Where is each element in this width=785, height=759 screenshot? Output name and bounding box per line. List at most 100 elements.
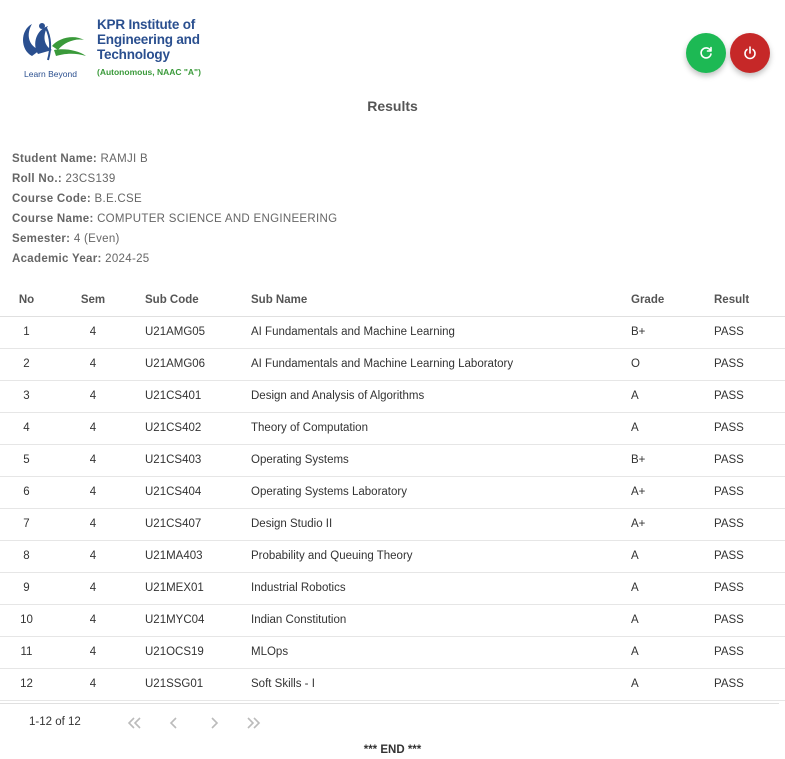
cell-sub-code: U21MYC04	[133, 604, 251, 637]
field-value: RAMJI B	[100, 153, 149, 165]
cell-sub-name: Indian Constitution	[251, 604, 631, 637]
table-row: 4 4 U21CS402 Theory of Computation A PASS	[0, 412, 785, 445]
cell-sub-code: U21CS401	[133, 380, 251, 413]
field-value: COMPUTER SCIENCE AND ENGINEERING	[97, 213, 338, 225]
course-name-row: Course Name: COMPUTER SCIENCE AND ENGINE…	[12, 211, 337, 231]
cell-grade: A	[631, 668, 714, 701]
cell-result: PASS	[714, 572, 785, 605]
pagination: 1-12 of 12	[0, 703, 779, 739]
field-label: Student Name:	[12, 153, 98, 165]
cell-result: PASS	[714, 316, 785, 349]
cell-result: PASS	[714, 348, 785, 381]
table-row: 2 4 U21AMG06 AI Fundamentals and Machine Le…	[0, 348, 785, 381]
cell-sem: 4	[53, 412, 133, 445]
table-row: 5 4 U21CS403 Operating Systems B+ PASS	[0, 444, 785, 477]
field-value: 23CS139	[65, 173, 116, 185]
cell-sub-name: Theory of Computation	[251, 412, 631, 445]
cell-sub-code: U21AMG06	[133, 348, 251, 381]
pagination-range: 1-12 of 12	[29, 716, 81, 728]
field-label: Academic Year:	[12, 253, 102, 265]
cell-sub-name: Operating Systems	[251, 444, 631, 477]
field-label: Semester:	[12, 233, 71, 245]
cell-grade: A	[631, 540, 714, 573]
cell-sem: 4	[53, 444, 133, 477]
cell-no: 5	[0, 444, 53, 477]
roll-no-row: Roll No.: 23CS139	[12, 171, 337, 191]
table-row: 6 4 U21CS404 Operating Systems Laboratory A+…	[0, 476, 785, 509]
cell-result: PASS	[714, 412, 785, 445]
cell-sub-code: U21AMG05	[133, 316, 251, 349]
field-label: Roll No.:	[12, 173, 62, 185]
logout-button[interactable]	[730, 33, 770, 73]
logo-emblem-icon	[23, 23, 86, 61]
cell-no: 4	[0, 412, 53, 445]
cell-sub-code: U21CS403	[133, 444, 251, 477]
first-page-button[interactable]	[123, 713, 145, 733]
cell-grade: A	[631, 412, 714, 445]
logo-tagline: Learn Beyond	[24, 69, 77, 79]
cell-sub-name: Design Studio II	[251, 508, 631, 541]
cell-sub-code: U21MEX01	[133, 572, 251, 605]
logo-name-line1: KPR Institute of	[97, 17, 196, 32]
cell-grade: B+	[631, 316, 714, 349]
cell-sem: 4	[53, 572, 133, 605]
cell-sem: 4	[53, 380, 133, 413]
table-row: 12 4 U21SSG01 Soft Skills - I A PASS	[0, 668, 785, 701]
chevron-right-icon	[211, 717, 219, 729]
column-header-grade: Grade	[631, 285, 714, 317]
page-title: Results	[367, 98, 418, 114]
cell-grade: A	[631, 380, 714, 413]
cell-sub-code: U21OCS19	[133, 636, 251, 669]
cell-sem: 4	[53, 316, 133, 349]
cell-no: 11	[0, 636, 53, 669]
double-chevron-left-icon	[127, 717, 141, 729]
cell-grade: A+	[631, 476, 714, 509]
student-info: Student Name: RAMJI B Roll No.: 23CS139 …	[12, 151, 337, 271]
cell-grade: B+	[631, 444, 714, 477]
results-table: No Sem Sub Code Sub Name Grade Result 14…	[0, 285, 785, 701]
cell-sem: 4	[53, 668, 133, 701]
last-page-button[interactable]	[243, 713, 265, 733]
previous-page-button[interactable]	[163, 713, 185, 733]
cell-result: PASS	[714, 604, 785, 637]
cell-no: 7	[0, 508, 53, 541]
refresh-button[interactable]	[686, 33, 726, 73]
cell-no: 2	[0, 348, 53, 381]
logo-name-line2: Engineering and	[97, 32, 200, 47]
cell-sub-name: Probability and Queuing Theory	[251, 540, 631, 573]
chevron-left-icon	[169, 717, 177, 729]
cell-no: 8	[0, 540, 53, 573]
table-row: 10 4 U21MYC04 Indian Constitution A PASS	[0, 604, 785, 637]
table-row: 8 4 U21MA403 Probability and Queuing Theory…	[0, 540, 785, 573]
cell-sem: 4	[53, 508, 133, 541]
cell-no: 3	[0, 380, 53, 413]
cell-grade: O	[631, 348, 714, 381]
refresh-icon	[700, 46, 712, 59]
cell-no: 6	[0, 476, 53, 509]
cell-sub-name: Soft Skills - I	[251, 668, 631, 701]
end-marker: *** END ***	[363, 744, 422, 756]
cell-sub-code: U21MA403	[133, 540, 251, 573]
header: KPR Institute of Engineering and Technol…	[0, 0, 785, 95]
power-icon	[744, 46, 756, 60]
course-code-row: Course Code: B.E.CSE	[12, 191, 337, 211]
table-header-row: No Sem Sub Code Sub Name Grade Result	[0, 285, 785, 317]
column-header-no: No	[0, 285, 53, 317]
cell-sem: 4	[53, 540, 133, 573]
cell-no: 10	[0, 604, 53, 637]
cell-grade: A	[631, 604, 714, 637]
next-page-button[interactable]	[203, 713, 225, 733]
cell-result: PASS	[714, 444, 785, 477]
cell-result: PASS	[714, 380, 785, 413]
column-header-sub-name: Sub Name	[251, 285, 631, 317]
field-value: 2024-25	[105, 253, 150, 265]
cell-sub-name: MLOps	[251, 636, 631, 669]
field-value: 4 (Even)	[73, 233, 120, 245]
table-row: 3 4 U21CS401 Design and Analysis of Algorit…	[0, 380, 785, 413]
cell-no: 1	[0, 316, 53, 349]
cell-sem: 4	[53, 476, 133, 509]
column-header-sub-code: Sub Code	[133, 285, 251, 317]
cell-no: 12	[0, 668, 53, 701]
cell-sub-name: Operating Systems Laboratory	[251, 476, 631, 509]
cell-sem: 4	[53, 604, 133, 637]
